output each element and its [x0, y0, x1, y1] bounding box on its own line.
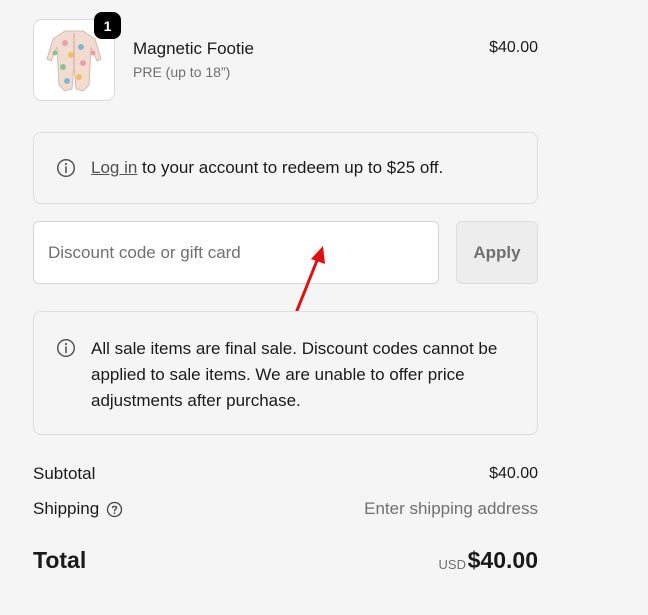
total-currency: USD [438, 557, 466, 572]
sale-notice-text: All sale items are final sale. Discount … [91, 339, 498, 410]
info-icon [56, 158, 76, 178]
apply-button[interactable]: Apply [456, 221, 538, 284]
product-variant: PRE (up to 18”) [133, 64, 231, 80]
info-icon [56, 338, 76, 358]
login-notice-message: to your account to redeem up to $25 off. [137, 158, 444, 177]
help-icon[interactable] [106, 501, 123, 518]
total-label: Total [33, 547, 87, 573]
product-name: Magnetic Footie [133, 39, 254, 58]
subtotal-label: Subtotal [33, 464, 96, 483]
login-notice-text: Log in to your account to redeem up to $… [91, 158, 443, 178]
subtotal-value: $40.00 [489, 465, 538, 482]
shipping-row-label: Shipping [33, 499, 123, 519]
shipping-label: Shipping [33, 499, 100, 518]
line-item: 1 Magnetic Footie PRE (up to 18”) $40.00 [33, 12, 538, 101]
sale-notice: All sale items are final sale. Discount … [33, 311, 538, 435]
product-price: $40.00 [489, 39, 538, 56]
shipping-value: Enter shipping address [364, 499, 538, 518]
discount-code-input[interactable] [33, 221, 439, 284]
login-notice: Log in to your account to redeem up to $… [33, 132, 538, 204]
total-value: $40.00 [467, 547, 538, 573]
quantity-badge: 1 [94, 12, 121, 39]
login-link[interactable]: Log in [91, 158, 137, 177]
